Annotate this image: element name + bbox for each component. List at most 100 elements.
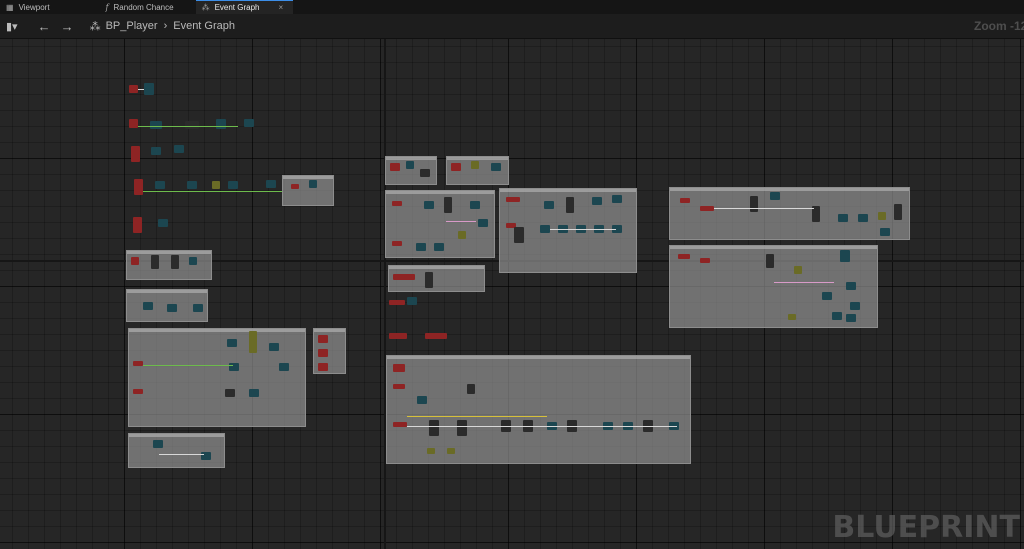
comment-box[interactable]: [499, 188, 637, 273]
function-node[interactable]: [457, 420, 467, 436]
function-node[interactable]: [225, 389, 235, 397]
function-node[interactable]: [880, 228, 890, 236]
event-node[interactable]: [680, 198, 690, 203]
function-node[interactable]: [269, 343, 279, 351]
function-node[interactable]: [309, 180, 317, 188]
function-node[interactable]: [794, 266, 802, 274]
function-node[interactable]: [185, 121, 199, 129]
function-node[interactable]: [416, 243, 426, 251]
function-node[interactable]: [566, 197, 574, 213]
function-node[interactable]: [216, 119, 226, 129]
function-node[interactable]: [858, 214, 868, 222]
event-node[interactable]: [129, 119, 138, 128]
comment-box[interactable]: [128, 433, 225, 468]
function-node[interactable]: [407, 297, 417, 305]
comment-box[interactable]: [128, 328, 306, 427]
function-node[interactable]: [155, 181, 165, 189]
function-node[interactable]: [228, 181, 238, 189]
event-node[interactable]: [393, 364, 405, 372]
function-node[interactable]: [612, 195, 622, 203]
event-node[interactable]: [700, 258, 710, 263]
function-node[interactable]: [151, 255, 159, 269]
function-node[interactable]: [788, 314, 796, 320]
breadcrumb-root[interactable]: BP_Player: [106, 20, 158, 32]
comment-box[interactable]: [126, 289, 208, 322]
function-node[interactable]: [143, 302, 153, 310]
function-node[interactable]: [193, 304, 203, 312]
event-node[interactable]: [393, 422, 407, 427]
function-node[interactable]: [832, 312, 842, 320]
function-node[interactable]: [174, 145, 184, 153]
comment-box[interactable]: [446, 156, 509, 185]
function-node[interactable]: [840, 250, 850, 262]
event-node[interactable]: [700, 206, 714, 211]
function-node[interactable]: [158, 219, 168, 227]
event-node[interactable]: [393, 274, 415, 280]
comment-box[interactable]: [126, 250, 212, 280]
function-node[interactable]: [491, 163, 501, 171]
tab-viewport[interactable]: ▦ Viewport: [0, 0, 60, 14]
function-node[interactable]: [540, 225, 550, 233]
event-node[interactable]: [389, 300, 405, 305]
event-node[interactable]: [134, 179, 143, 195]
comment-box[interactable]: [388, 265, 485, 292]
event-node[interactable]: [291, 184, 299, 189]
bookmark-icon[interactable]: ▮▾: [0, 20, 23, 33]
function-node[interactable]: [478, 219, 488, 227]
function-node[interactable]: [150, 121, 162, 129]
function-node[interactable]: [212, 181, 220, 189]
comment-box[interactable]: [313, 328, 346, 374]
function-node[interactable]: [850, 302, 860, 310]
forward-button[interactable]: →: [56, 19, 79, 34]
function-node[interactable]: [244, 119, 254, 127]
comment-box[interactable]: [282, 175, 334, 206]
comment-box[interactable]: [669, 245, 878, 328]
back-button[interactable]: ←: [33, 19, 56, 34]
function-node[interactable]: [187, 181, 197, 189]
graph-canvas[interactable]: BLUEPRINT: [0, 39, 1024, 549]
function-node[interactable]: [447, 448, 455, 454]
function-node[interactable]: [766, 254, 774, 268]
tab-random-chance[interactable]: f Random Chance: [100, 0, 184, 14]
event-node[interactable]: [392, 241, 402, 246]
function-node[interactable]: [838, 214, 848, 222]
event-node[interactable]: [390, 163, 400, 171]
event-node[interactable]: [318, 335, 328, 343]
function-node[interactable]: [167, 304, 177, 312]
event-node[interactable]: [506, 197, 520, 202]
function-node[interactable]: [249, 331, 257, 353]
event-node[interactable]: [451, 163, 461, 171]
function-node[interactable]: [592, 197, 602, 205]
function-node[interactable]: [846, 314, 856, 322]
function-node[interactable]: [822, 292, 832, 300]
event-node[interactable]: [425, 333, 447, 339]
function-node[interactable]: [434, 243, 444, 251]
event-node[interactable]: [129, 85, 138, 93]
event-node[interactable]: [678, 254, 690, 259]
function-node[interactable]: [151, 147, 161, 155]
function-node[interactable]: [266, 180, 276, 188]
function-node[interactable]: [420, 169, 430, 177]
function-node[interactable]: [878, 212, 886, 220]
function-node[interactable]: [279, 363, 289, 371]
comment-box[interactable]: [385, 156, 437, 185]
event-node[interactable]: [133, 361, 143, 366]
function-node[interactable]: [417, 396, 427, 404]
event-node[interactable]: [392, 201, 402, 206]
function-node[interactable]: [514, 227, 524, 243]
function-node[interactable]: [544, 201, 554, 209]
event-node[interactable]: [389, 333, 407, 339]
function-node[interactable]: [424, 201, 434, 209]
function-node[interactable]: [249, 389, 259, 397]
function-node[interactable]: [153, 440, 163, 448]
event-node[interactable]: [131, 146, 140, 162]
function-node[interactable]: [467, 384, 475, 394]
close-icon[interactable]: ×: [278, 3, 283, 12]
function-node[interactable]: [458, 231, 466, 239]
function-node[interactable]: [189, 257, 197, 265]
comment-box[interactable]: [385, 190, 495, 258]
function-node[interactable]: [427, 448, 435, 454]
function-node[interactable]: [425, 272, 433, 288]
tab-event-graph[interactable]: ⁂ Event Graph ×: [195, 0, 294, 14]
event-node[interactable]: [133, 217, 142, 233]
